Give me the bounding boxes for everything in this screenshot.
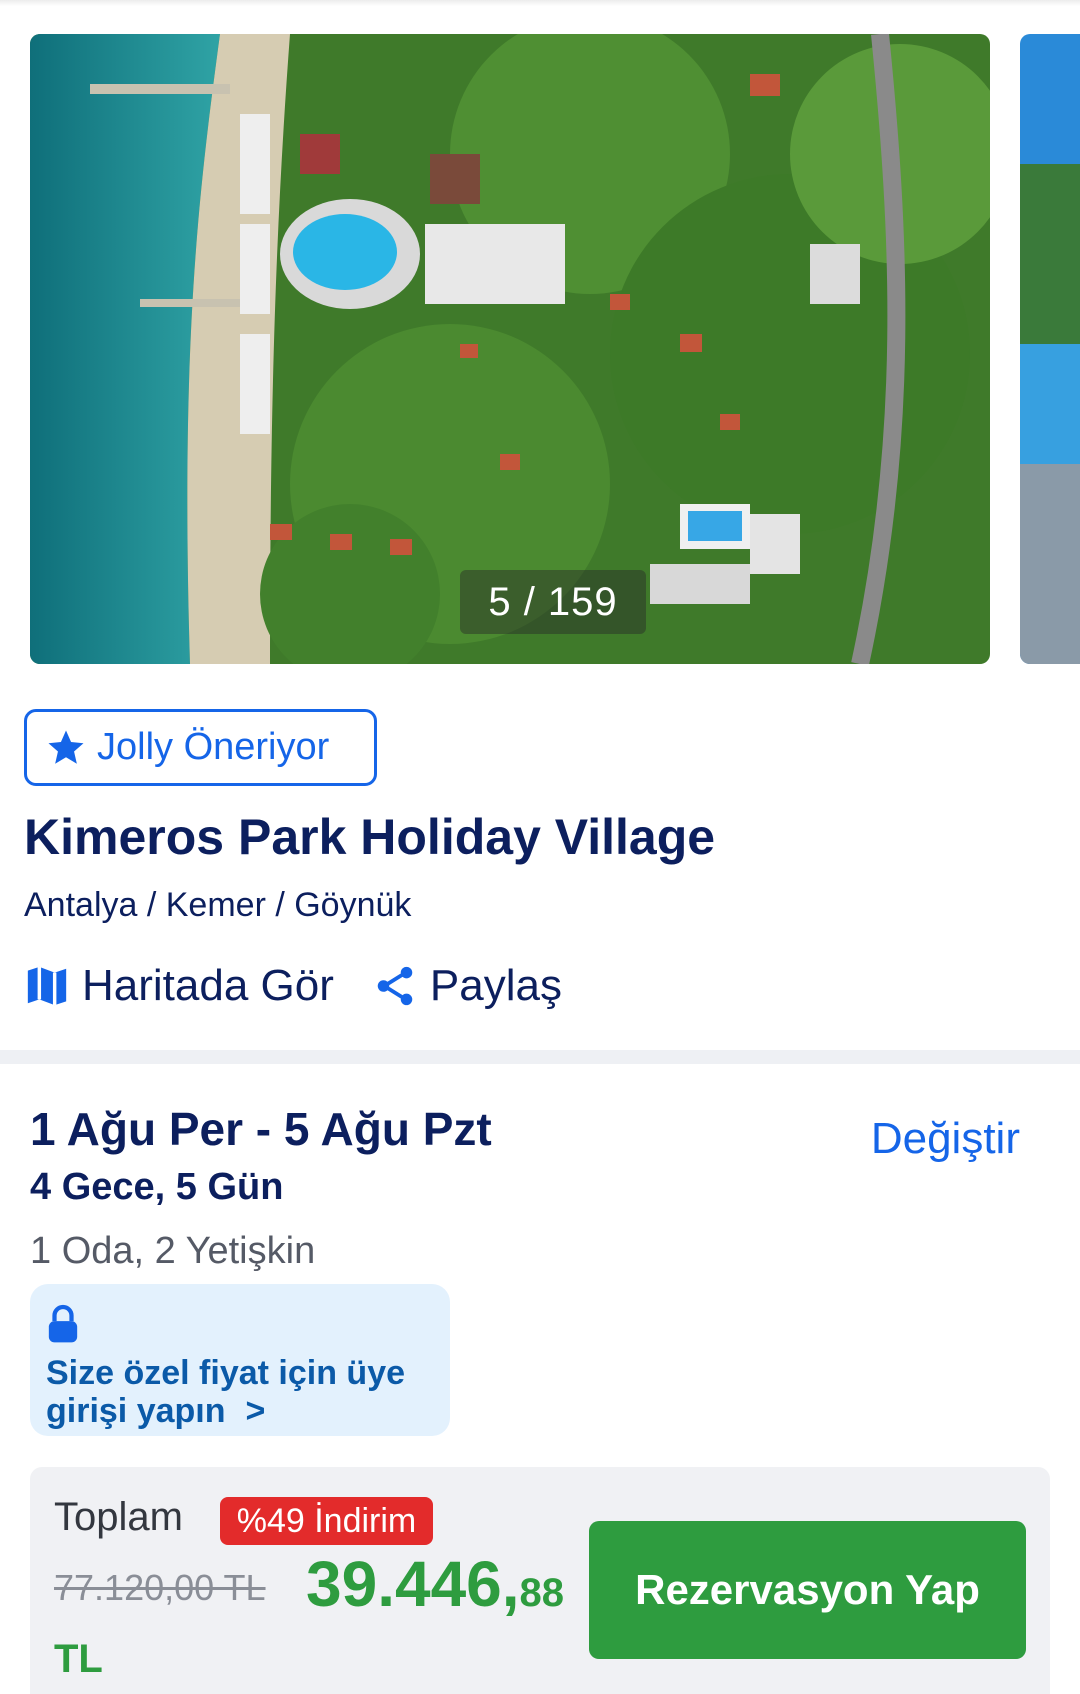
jolly-recommends-badge: Jolly Öneriyor xyxy=(24,709,377,786)
change-search-link[interactable]: Değiştir xyxy=(871,1114,1020,1164)
room-guest-summary: 1 Oda, 2 Yetişkin xyxy=(30,1230,316,1272)
share-button[interactable]: Paylaş xyxy=(372,961,562,1011)
next-hotel-photo[interactable] xyxy=(1020,34,1080,664)
hotel-location: Antalya / Kemer / Göynük xyxy=(24,886,412,924)
original-price: 77.120,00 TL xyxy=(54,1567,266,1608)
stay-duration: 4 Gece, 5 Gün xyxy=(30,1166,284,1208)
member-login-prompt[interactable]: Size özel fiyat için üye girişi yapın > xyxy=(30,1284,450,1436)
photo-counter: 5 / 159 xyxy=(460,570,646,634)
chevron-right-icon: > xyxy=(245,1392,266,1430)
share-icon xyxy=(377,966,413,1006)
map-icon xyxy=(27,966,67,1006)
total-label: Toplam xyxy=(54,1495,183,1539)
price-currency: TL xyxy=(54,1637,103,1681)
login-prompt-text: Size özel fiyat için üye girişi yapın xyxy=(46,1354,406,1430)
share-label: Paylaş xyxy=(429,961,562,1010)
stay-dates: 1 Ağu Per - 5 Ağu Pzt xyxy=(30,1103,492,1155)
discounted-price: 39.446,88 xyxy=(306,1547,564,1621)
view-on-map-button[interactable]: Haritada Gör xyxy=(24,961,334,1011)
star-icon xyxy=(48,730,84,764)
badge-label: Jolly Öneriyor xyxy=(97,726,330,768)
price-main: 39.446, xyxy=(306,1548,520,1620)
hotel-name: Kimeros Park Holiday Village xyxy=(24,809,716,865)
price-decimals: 88 xyxy=(519,1571,565,1615)
reserve-button[interactable]: Rezervasyon Yap xyxy=(589,1521,1026,1659)
section-divider xyxy=(0,1050,1080,1064)
photo-gallery[interactable]: 5 / 159 xyxy=(0,34,1080,664)
lock-icon xyxy=(48,1304,78,1343)
hotel-actions: Haritada Gör Paylaş xyxy=(24,956,600,1016)
price-summary: Toplam %49 İndirim 77.120,00 TL 39.446,8… xyxy=(30,1467,1050,1694)
top-shadow xyxy=(0,0,1080,6)
view-on-map-label: Haritada Gör xyxy=(82,961,334,1010)
discount-badge: %49 İndirim xyxy=(220,1497,433,1545)
